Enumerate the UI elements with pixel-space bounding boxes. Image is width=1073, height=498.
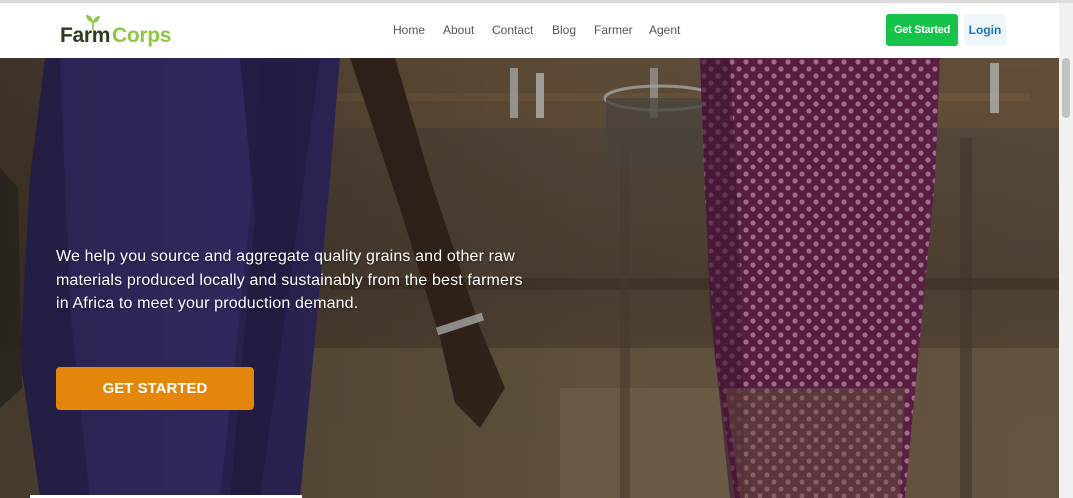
nav-link-contact[interactable]: Contact [492, 23, 533, 37]
scrollbar-thumb[interactable] [1062, 58, 1070, 118]
page-scrollbar[interactable] [1059, 3, 1073, 498]
nav-link-home[interactable]: Home [393, 23, 425, 37]
nav-link-about[interactable]: About [443, 23, 474, 37]
login-button[interactable]: Login [964, 14, 1006, 46]
nav-link-agent[interactable]: Agent [649, 23, 680, 37]
nav-link-farmer[interactable]: Farmer [594, 23, 633, 37]
hero-get-started-button[interactable]: GET STARTED [56, 367, 254, 410]
get-started-button[interactable]: Get Started [886, 14, 958, 46]
nav-link-blog[interactable]: Blog [552, 23, 576, 37]
hero-section: We help you source and aggregate quality… [0, 58, 1059, 498]
hero-description: We help you source and aggregate quality… [56, 248, 523, 312]
navbar: Farm Corps Home About Contact Blog Farme… [0, 3, 1059, 58]
